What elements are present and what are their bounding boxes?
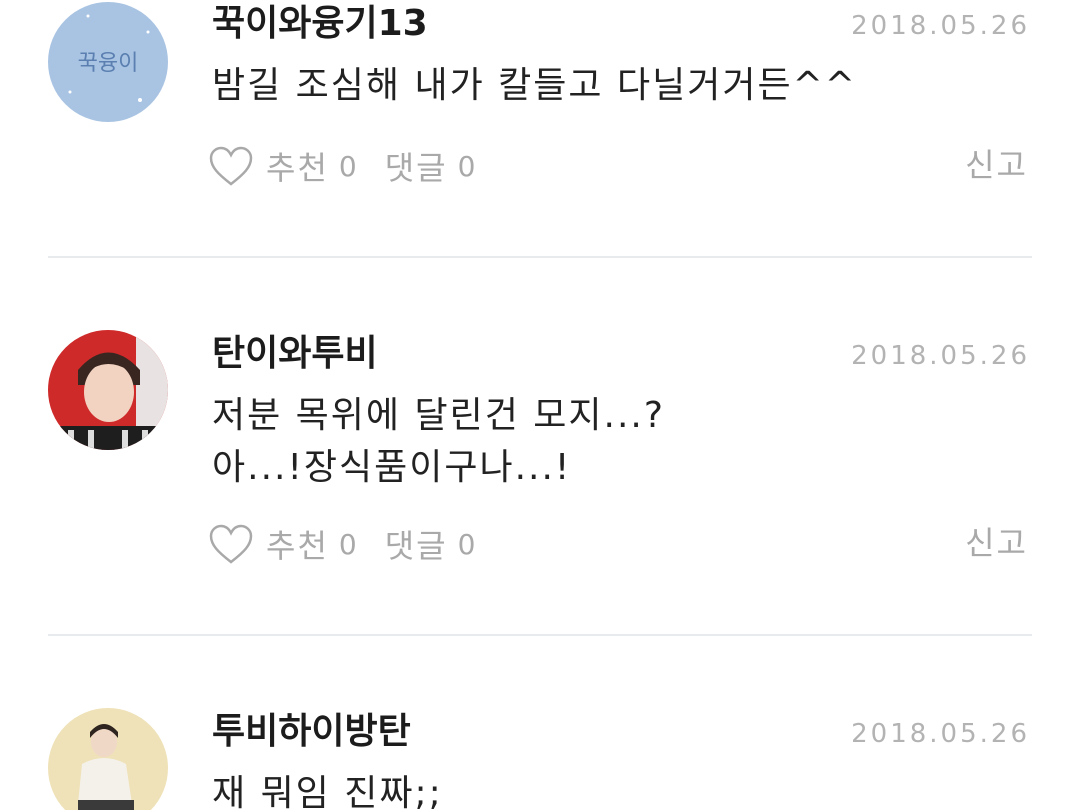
username[interactable]: 탄이와투비 [212,332,378,376]
comment-text: 밤길 조심해 내가 칼들고 다닐거거든^^ [212,65,857,106]
comment-date: 2018.05.26 [851,719,1030,749]
like-count: 0 [338,149,357,183]
reply-button[interactable]: 댓글 [385,521,448,567]
user-avatar[interactable] [48,330,168,450]
report-button[interactable]: 신고 [965,521,1028,565]
like-button[interactable]: 추천 [266,143,329,189]
heart-outline-icon[interactable] [208,523,254,565]
like-count: 0 [338,527,357,561]
comment-actions: 추천 0 댓글 0 [208,521,503,567]
user-avatar[interactable] [48,708,168,810]
comment-text: 저분 목위에 달린건 모지...? [212,395,665,436]
report-button[interactable]: 신고 [965,143,1028,187]
username[interactable]: 꾹이와융기13 [212,2,428,46]
comment-text: 재 뭐임 진짜;; [212,773,443,810]
user-avatar[interactable]: 꾹융이 [48,2,168,122]
comment-text: 아...!장식품이구나...! [212,447,572,488]
comment-date: 2018.05.26 [851,11,1030,41]
avatar-label: 꾹융이 [78,51,139,76]
reply-button[interactable]: 댓글 [385,143,448,189]
comment-divider [48,634,1032,636]
comment-feed: 꾹융이 꾹이와융기13 2018.05.26 밤길 조심해 내가 칼들고 다닐거… [0,0,1080,810]
like-button[interactable]: 추천 [266,521,329,567]
username[interactable]: 투비하이방탄 [212,710,411,754]
comment-actions: 추천 0 댓글 0 [208,143,503,189]
heart-outline-icon[interactable] [208,145,254,187]
comment-divider [48,256,1032,258]
reply-count: 0 [457,149,476,183]
comment-date: 2018.05.26 [851,341,1030,371]
reply-count: 0 [457,527,476,561]
